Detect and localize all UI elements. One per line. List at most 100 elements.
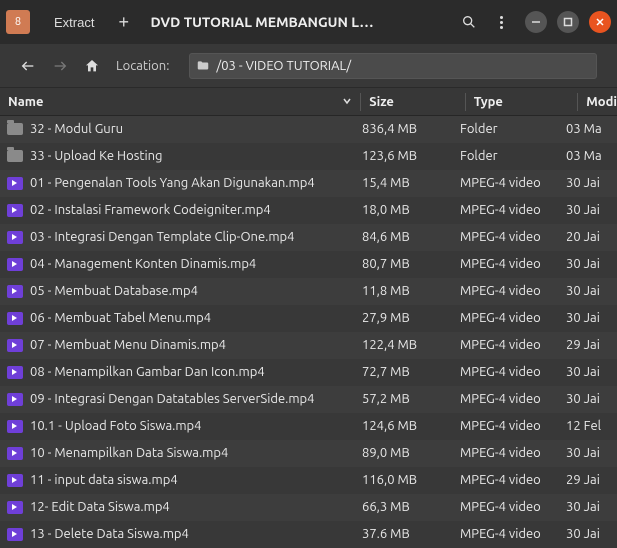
file-type: MPEG-4 video	[460, 311, 566, 325]
file-list: 32 - Modul Guru836,4 MBFolder03 Ma33 - U…	[0, 116, 617, 548]
file-name: 12- Edit Data Siswa.mp4	[30, 500, 362, 514]
file-row[interactable]: 03 - Integrasi Dengan Template Clip-One.…	[0, 224, 617, 251]
titlebar: 8 Extract + DVD TUTORIAL MEMBANGUN L…	[0, 0, 617, 44]
file-row[interactable]: 06 - Membuat Tabel Menu.mp427,9 MBMPEG-4…	[0, 305, 617, 332]
home-icon	[84, 58, 100, 74]
file-size: 116,0 MB	[362, 473, 460, 487]
file-size: 15,4 MB	[362, 176, 460, 190]
file-modified: 03 Ma	[566, 122, 617, 136]
file-modified: 30 Jai	[566, 284, 617, 298]
file-name: 07 - Membuat Menu Dinamis.mp4	[30, 338, 362, 352]
file-row[interactable]: 33 - Upload Ke Hosting123,6 MBFolder03 M…	[0, 143, 617, 170]
column-header-name[interactable]: Name	[0, 95, 360, 109]
file-name: 06 - Membuat Tabel Menu.mp4	[30, 311, 362, 325]
file-row[interactable]: 04 - Management Konten Dinamis.mp480,7 M…	[0, 251, 617, 278]
minimize-icon	[531, 17, 541, 27]
file-type: MPEG-4 video	[460, 527, 566, 541]
file-size: 84,6 MB	[362, 230, 460, 244]
file-modified: 30 Jai	[566, 392, 617, 406]
file-type: MPEG-4 video	[460, 500, 566, 514]
video-icon	[6, 310, 24, 326]
video-icon	[6, 175, 24, 191]
file-row[interactable]: 13 - Delete Data Siswa.mp437.6 MBMPEG-4 …	[0, 521, 617, 548]
video-icon	[6, 229, 24, 245]
menu-button[interactable]	[487, 8, 515, 36]
video-icon	[6, 391, 24, 407]
file-name: 01 - Pengenalan Tools Yang Akan Digunaka…	[30, 176, 362, 190]
file-row[interactable]: 10.1 - Upload Foto Siswa.mp4124,6 MBMPEG…	[0, 413, 617, 440]
file-type: MPEG-4 video	[460, 419, 566, 433]
file-row[interactable]: 09 - Integrasi Dengan Datatables ServerS…	[0, 386, 617, 413]
maximize-button[interactable]	[557, 11, 579, 33]
file-size: 89,0 MB	[362, 446, 460, 460]
sort-indicator	[342, 95, 352, 109]
file-size: 80,7 MB	[362, 257, 460, 271]
file-name: 13 - Delete Data Siswa.mp4	[30, 527, 362, 541]
file-size: 123,6 MB	[362, 149, 460, 163]
file-name: 11 - input data siswa.mp4	[30, 473, 362, 487]
back-button[interactable]	[20, 58, 36, 74]
file-type: MPEG-4 video	[460, 392, 566, 406]
home-button[interactable]	[84, 58, 100, 74]
file-size: 57,2 MB	[362, 392, 460, 406]
folder-icon	[6, 148, 24, 164]
file-name: 08 - Menampilkan Gambar Dan Icon.mp4	[30, 365, 362, 379]
file-name: 02 - Instalasi Framework Codeigniter.mp4	[30, 203, 362, 217]
file-row[interactable]: 32 - Modul Guru836,4 MBFolder03 Ma	[0, 116, 617, 143]
file-row[interactable]: 01 - Pengenalan Tools Yang Akan Digunaka…	[0, 170, 617, 197]
kebab-icon	[500, 16, 503, 19]
file-name: 10.1 - Upload Foto Siswa.mp4	[30, 419, 362, 433]
location-field[interactable]: /03 - VIDEO TUTORIAL/	[189, 53, 597, 79]
file-type: MPEG-4 video	[460, 230, 566, 244]
file-name: 32 - Modul Guru	[30, 122, 362, 136]
maximize-icon	[563, 17, 573, 27]
navbar: Location: /03 - VIDEO TUTORIAL/	[0, 44, 617, 88]
forward-button[interactable]	[52, 58, 68, 74]
file-name: 05 - Membuat Database.mp4	[30, 284, 362, 298]
file-type: Folder	[460, 122, 566, 136]
new-tab-button[interactable]: +	[108, 6, 138, 39]
chevron-down-icon	[342, 96, 352, 106]
file-modified: 30 Jai	[566, 257, 617, 271]
file-modified: 30 Jai	[566, 203, 617, 217]
file-type: MPEG-4 video	[460, 284, 566, 298]
file-row[interactable]: 07 - Membuat Menu Dinamis.mp4122,4 MBMPE…	[0, 332, 617, 359]
file-type: MPEG-4 video	[460, 176, 566, 190]
column-header-size[interactable]: Size	[367, 95, 465, 109]
file-modified: 20 Jai	[566, 230, 617, 244]
file-row[interactable]: 02 - Instalasi Framework Codeigniter.mp4…	[0, 197, 617, 224]
arrow-left-icon	[20, 58, 36, 74]
file-row[interactable]: 12- Edit Data Siswa.mp466,3 MBMPEG-4 vid…	[0, 494, 617, 521]
file-row[interactable]: 08 - Menampilkan Gambar Dan Icon.mp472,7…	[0, 359, 617, 386]
column-header-modified[interactable]: Modi	[584, 95, 617, 109]
file-type: Folder	[460, 149, 566, 163]
arrow-right-icon	[52, 58, 68, 74]
file-name: 03 - Integrasi Dengan Template Clip-One.…	[30, 230, 362, 244]
file-modified: 29 Jai	[566, 473, 617, 487]
file-row[interactable]: 11 - input data siswa.mp4116,0 MBMPEG-4 …	[0, 467, 617, 494]
column-header-row: Name Size Type Modi	[0, 88, 617, 116]
file-size: 11,8 MB	[362, 284, 460, 298]
file-size: 72,7 MB	[362, 365, 460, 379]
file-modified: 30 Jai	[566, 500, 617, 514]
file-size: 18,0 MB	[362, 203, 460, 217]
file-type: MPEG-4 video	[460, 446, 566, 460]
minimize-button[interactable]	[525, 11, 547, 33]
location-label: Location:	[116, 59, 169, 73]
file-modified: 29 Jai	[566, 338, 617, 352]
file-size: 37.6 MB	[362, 527, 460, 541]
file-modified: 30 Jai	[566, 365, 617, 379]
video-icon	[6, 418, 24, 434]
column-header-type[interactable]: Type	[472, 95, 577, 109]
file-type: MPEG-4 video	[460, 203, 566, 217]
file-type: MPEG-4 video	[460, 338, 566, 352]
file-size: 27,9 MB	[362, 311, 460, 325]
file-row[interactable]: 05 - Membuat Database.mp411,8 MBMPEG-4 v…	[0, 278, 617, 305]
search-button[interactable]	[455, 8, 483, 36]
video-icon	[6, 445, 24, 461]
file-row[interactable]: 10 - Menampilkan Data Siswa.mp489,0 MBMP…	[0, 440, 617, 467]
file-modified: 30 Jai	[566, 176, 617, 190]
extract-button[interactable]: Extract	[44, 9, 104, 36]
file-name: 04 - Management Konten Dinamis.mp4	[30, 257, 362, 271]
close-button[interactable]	[589, 11, 611, 33]
